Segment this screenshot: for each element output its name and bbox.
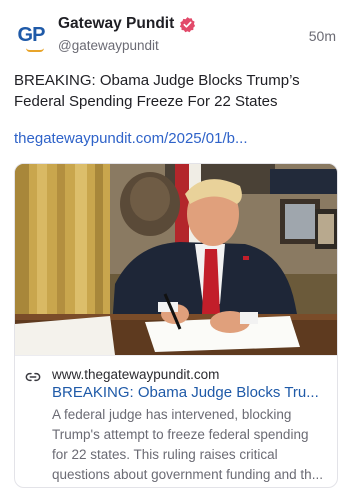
display-name[interactable]: Gateway Pundit [58, 15, 174, 33]
avatar-logo-text: GP [17, 23, 46, 46]
post-header: GP Gateway Pundit @gatewaypundit 50m [14, 14, 338, 58]
verified-badge-icon [180, 16, 196, 32]
card-description-line: A federal judge has intervened, blocking [52, 407, 292, 422]
post-text-line: Federal Spending Freeze For 22 States [14, 93, 278, 110]
card-description: A federal judge has intervened, blocking… [52, 405, 332, 485]
post-text: BREAKING: Obama Judge Blocks Trump’s Fed… [14, 70, 338, 112]
link-preview-card[interactable]: www.thegatewaypundit.com BREAKING: Obama… [14, 163, 338, 488]
card-description-line: questions about government funding and t… [52, 467, 323, 482]
card-image[interactable] [15, 164, 337, 355]
card-title[interactable]: BREAKING: Obama Judge Blocks Tru... [52, 383, 332, 403]
card-domain: www.thegatewaypundit.com [52, 367, 220, 382]
post-timestamp: 50m [308, 28, 336, 44]
avatar-swoosh [26, 48, 44, 52]
card-description-line: for 22 states. This ruling raises critic… [52, 447, 278, 462]
link-icon [25, 372, 41, 382]
name-row: Gateway Pundit [58, 15, 196, 33]
avatar[interactable]: GP [14, 18, 48, 52]
card-footer[interactable]: www.thegatewaypundit.com BREAKING: Obama… [15, 355, 337, 487]
card-description-line: Trump's attempt to freeze federal spendi… [52, 427, 309, 442]
author-handle[interactable]: @gatewaypundit [58, 38, 159, 53]
post-text-line: BREAKING: Obama Judge Blocks Trump’s [14, 72, 300, 89]
post-link[interactable]: thegatewaypundit.com/2025/01/b... [14, 129, 338, 149]
